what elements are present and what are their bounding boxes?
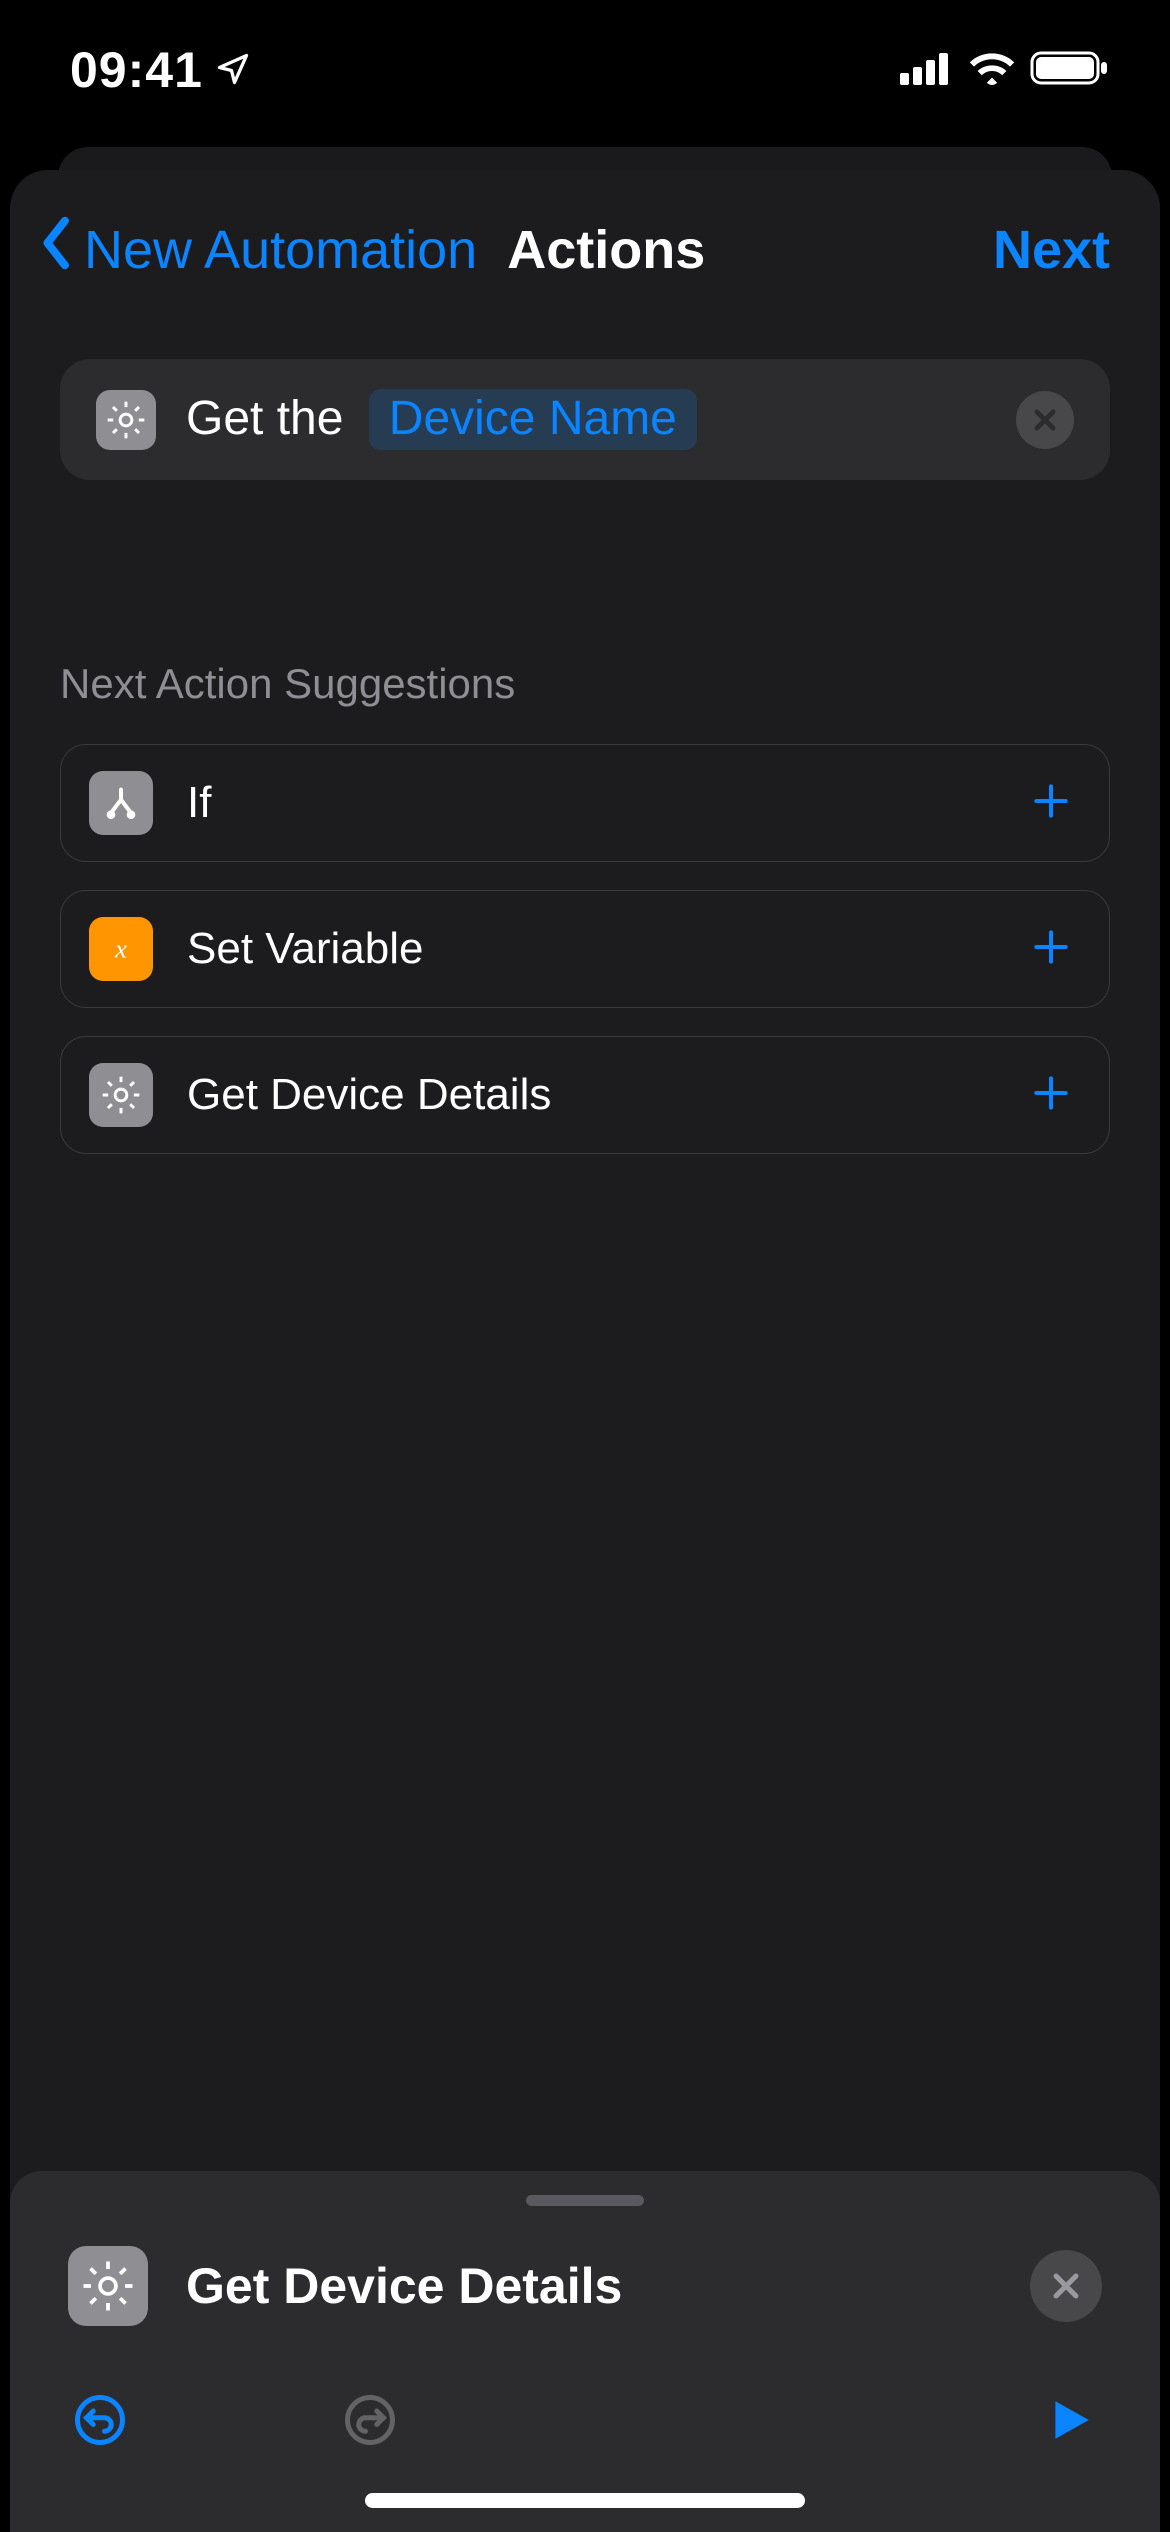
nav-bar: New Automation Actions Next — [10, 170, 1160, 323]
bottom-panel[interactable]: Get Device Details — [10, 2171, 1160, 2532]
gear-icon — [68, 2246, 148, 2326]
status-bar-left: 09:41 — [70, 41, 251, 99]
suggestion-label: Set Variable — [187, 924, 423, 974]
play-icon — [1045, 2395, 1095, 2445]
next-button[interactable]: Next — [993, 219, 1110, 281]
plus-icon — [1029, 1071, 1073, 1115]
location-icon — [215, 41, 251, 99]
add-button[interactable] — [1029, 925, 1073, 974]
close-button[interactable] — [1030, 2250, 1102, 2322]
page-title: Actions — [507, 219, 705, 281]
status-bar-right — [900, 49, 1110, 92]
cellular-icon — [900, 51, 954, 90]
svg-text:x: x — [114, 933, 127, 963]
add-button[interactable] — [1029, 1071, 1073, 1120]
plus-icon — [1029, 779, 1073, 823]
branch-icon — [89, 771, 153, 835]
main-sheet: New Automation Actions Next Get the Devi… — [10, 170, 1160, 2532]
battery-icon — [1030, 49, 1110, 92]
plus-icon — [1029, 925, 1073, 969]
suggestion-if[interactable]: If — [60, 744, 1110, 862]
suggestions-header: Next Action Suggestions — [60, 660, 1110, 708]
back-label: New Automation — [84, 219, 477, 281]
suggestion-label: Get Device Details — [187, 1070, 551, 1120]
undo-button[interactable] — [68, 2388, 132, 2452]
variable-icon: x — [89, 917, 153, 981]
suggestion-get-device-details[interactable]: Get Device Details — [60, 1036, 1110, 1154]
action-prefix: Get the — [186, 392, 343, 445]
action-param[interactable]: Device Name — [369, 389, 697, 450]
close-icon — [1049, 2269, 1083, 2303]
suggestion-label: If — [187, 778, 211, 828]
play-button[interactable] — [1038, 2388, 1102, 2452]
clear-button[interactable] — [1016, 391, 1074, 449]
gear-icon — [96, 390, 156, 450]
chevron-left-icon — [40, 216, 74, 283]
action-text: Get the Device Name — [186, 389, 697, 450]
suggestion-set-variable[interactable]: x Set Variable — [60, 890, 1110, 1008]
home-indicator[interactable] — [365, 2493, 805, 2508]
close-icon — [1031, 406, 1059, 434]
panel-title: Get Device Details — [186, 2257, 622, 2315]
toolbar — [10, 2362, 1160, 2492]
back-button[interactable]: New Automation — [40, 216, 477, 283]
wifi-icon — [968, 50, 1016, 91]
undo-icon — [73, 2393, 127, 2447]
redo-icon — [343, 2393, 397, 2447]
status-bar: 09:41 — [0, 0, 1170, 140]
gear-icon — [89, 1063, 153, 1127]
panel-header: Get Device Details — [10, 2206, 1160, 2362]
status-time: 09:41 — [70, 41, 203, 99]
drag-handle[interactable] — [526, 2195, 644, 2206]
redo-button — [338, 2388, 402, 2452]
action-card[interactable]: Get the Device Name — [60, 359, 1110, 480]
add-button[interactable] — [1029, 779, 1073, 828]
